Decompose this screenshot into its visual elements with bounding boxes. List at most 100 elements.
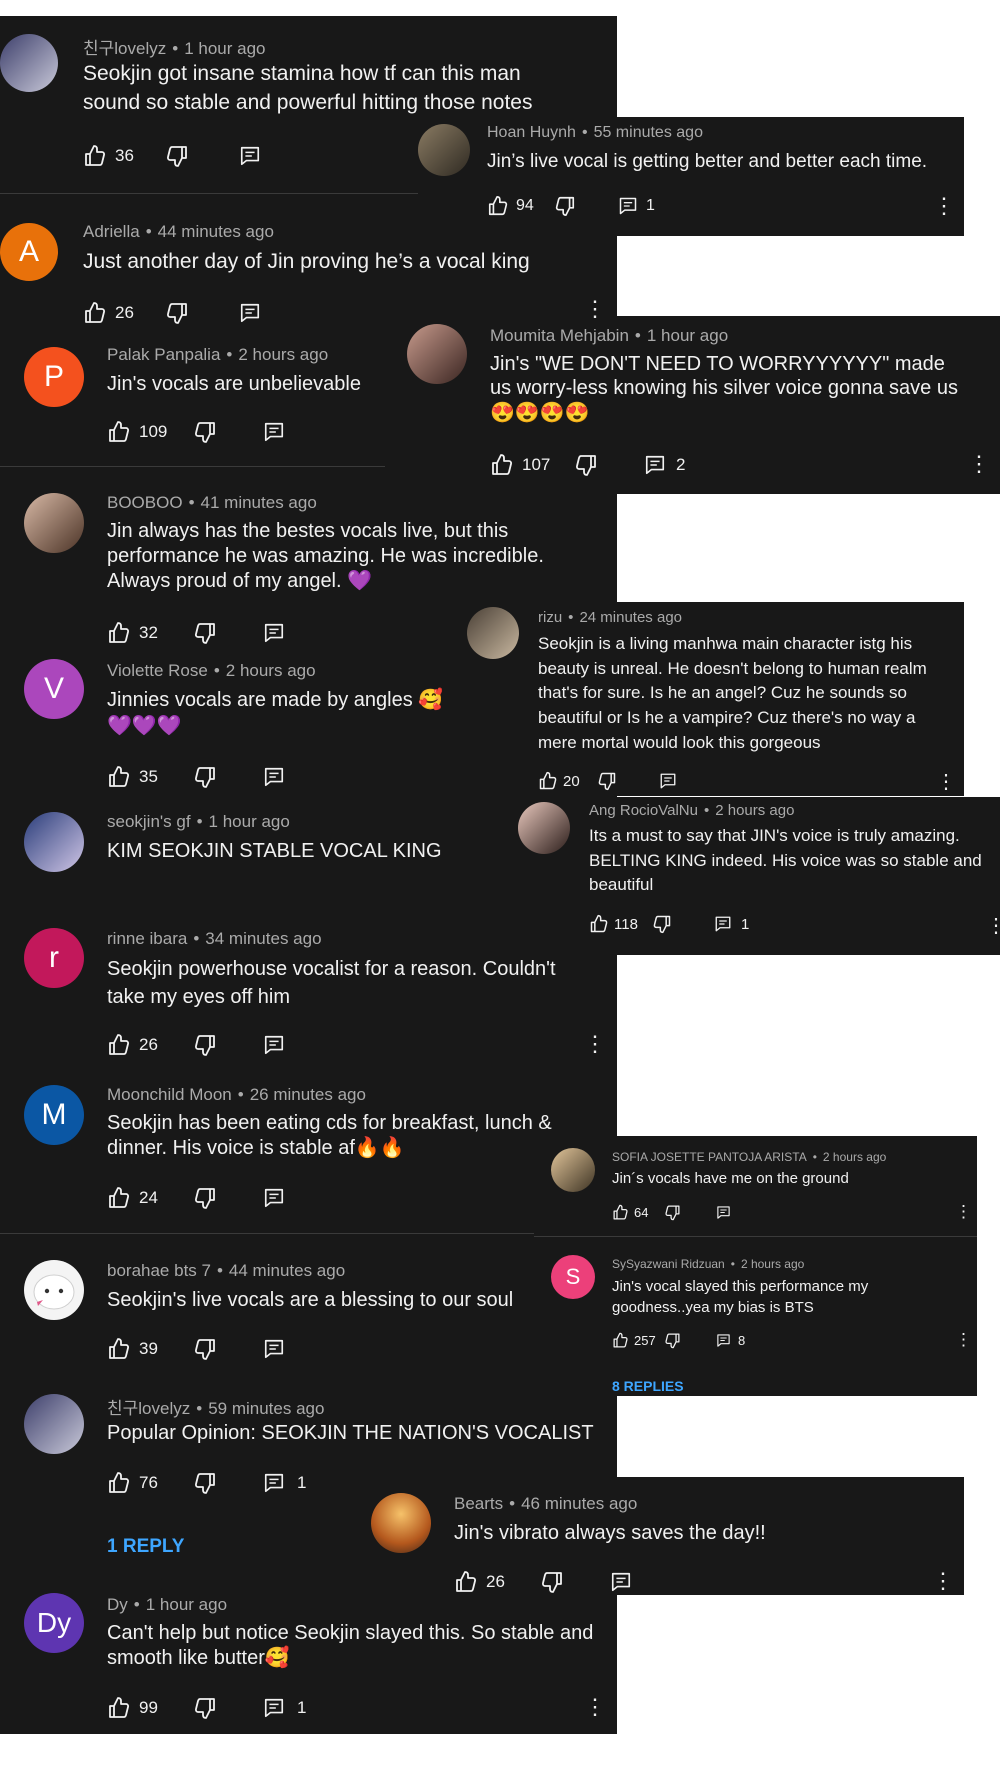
reply-button[interactable] [263, 1187, 285, 1209]
comment-author[interactable]: Moonchild Moon [107, 1085, 232, 1104]
reply-button[interactable] [716, 1205, 731, 1220]
dislike-button[interactable] [540, 1570, 564, 1594]
more-vert-icon[interactable]: ⋮ [968, 451, 990, 477]
like-button[interactable] [454, 1570, 478, 1594]
like-button[interactable] [589, 914, 609, 934]
like-button[interactable] [490, 453, 514, 477]
like-button[interactable] [487, 195, 509, 217]
comment-author[interactable]: rinne ibara [107, 929, 187, 948]
avatar[interactable] [371, 1493, 431, 1553]
dislike-button[interactable] [165, 144, 189, 168]
comment-author[interactable]: Moumita Mehjabin [490, 326, 629, 345]
dislike-button[interactable] [597, 771, 617, 791]
more-vert-icon[interactable]: ⋮ [584, 296, 606, 322]
dislike-button[interactable] [193, 420, 217, 444]
reply-button[interactable] [263, 1034, 285, 1056]
avatar[interactable]: P [24, 347, 84, 407]
reply-button[interactable] [618, 196, 638, 216]
reply-button[interactable] [263, 421, 285, 443]
comment-author[interactable]: BOOBOO [107, 493, 183, 512]
avatar[interactable]: r [24, 928, 84, 988]
comment-author[interactable]: borahae bts 7 [107, 1261, 211, 1280]
more-vert-icon[interactable]: ⋮ [584, 1694, 606, 1720]
more-vert-icon[interactable]: ⋮ [986, 913, 1000, 938]
comment-author[interactable]: Palak Panpalia [107, 345, 220, 364]
reply-button[interactable] [263, 766, 285, 788]
like-button[interactable] [107, 420, 131, 444]
like-button[interactable] [83, 301, 107, 325]
comment-author[interactable]: Hoan Huynh [487, 124, 576, 141]
comment-author[interactable]: Adriella [83, 222, 140, 241]
more-vert-icon[interactable]: ⋮ [933, 193, 955, 219]
dislike-button[interactable] [193, 1696, 217, 1720]
dislike-button[interactable] [193, 621, 217, 645]
like-button[interactable] [107, 765, 131, 789]
reply-button[interactable] [716, 1333, 731, 1348]
like-button[interactable] [538, 771, 558, 791]
reply-button[interactable] [263, 1472, 285, 1494]
comment-author[interactable]: Bearts [454, 1494, 503, 1513]
dislike-button[interactable] [652, 914, 672, 934]
avatar[interactable] [518, 802, 570, 854]
comment-author[interactable]: Ang RocioValNu [589, 802, 698, 819]
like-button[interactable] [107, 621, 131, 645]
reply-button[interactable] [263, 1338, 285, 1360]
more-vert-icon[interactable]: ⋮ [955, 1202, 972, 1222]
more-vert-icon[interactable]: ⋮ [932, 1568, 954, 1594]
dislike-button[interactable] [193, 1337, 217, 1361]
avatar[interactable] [24, 493, 84, 553]
dislike-button[interactable] [554, 195, 576, 217]
like-button[interactable] [107, 1337, 131, 1361]
comment-author[interactable]: SySyazwani Ridzuan [612, 1257, 725, 1271]
comment-author[interactable]: seokjin's gf [107, 812, 191, 831]
divider [0, 1233, 534, 1234]
avatar[interactable] [418, 124, 470, 176]
like-button[interactable] [107, 1186, 131, 1210]
avatar[interactable] [467, 607, 519, 659]
like-button[interactable] [83, 144, 107, 168]
more-vert-icon[interactable]: ⋮ [936, 769, 956, 794]
comment-author[interactable]: 친구lovelyz [83, 39, 166, 58]
dislike-button[interactable] [193, 1471, 217, 1495]
view-replies-link[interactable]: 1 REPLY [107, 1536, 184, 1558]
comment-author[interactable]: 친구lovelyz [107, 1399, 190, 1418]
avatar[interactable]: Dy [24, 1593, 84, 1653]
avatar[interactable]: V [24, 659, 84, 719]
reply-button[interactable] [659, 772, 677, 790]
avatar[interactable] [0, 34, 58, 92]
avatar[interactable] [551, 1148, 595, 1192]
avatar[interactable] [24, 812, 84, 872]
comment-author[interactable]: Dy [107, 1595, 128, 1614]
like-button[interactable] [612, 1332, 629, 1349]
view-replies-link[interactable]: 8 REPLIES [612, 1378, 684, 1394]
reply-button[interactable] [239, 145, 261, 167]
dislike-button[interactable] [664, 1332, 681, 1349]
reply-button[interactable] [610, 1571, 632, 1593]
comment-author[interactable]: SOFIA JOSETTE PANTOJA ARISTA [612, 1150, 807, 1164]
dislike-button[interactable] [165, 301, 189, 325]
reply-button[interactable] [644, 454, 666, 476]
reply-button[interactable] [239, 302, 261, 324]
more-vert-icon[interactable]: ⋮ [955, 1330, 972, 1350]
like-button[interactable] [107, 1471, 131, 1495]
avatar[interactable] [407, 324, 467, 384]
reply-button[interactable] [263, 622, 285, 644]
avatar[interactable]: A [0, 223, 58, 281]
dislike-button[interactable] [664, 1204, 681, 1221]
reply-button[interactable] [263, 1697, 285, 1719]
avatar[interactable]: S [551, 1255, 595, 1299]
comment-author[interactable]: rizu [538, 609, 562, 626]
avatar[interactable] [24, 1394, 84, 1454]
reply-button[interactable] [714, 915, 732, 933]
like-button[interactable] [612, 1204, 629, 1221]
avatar[interactable] [24, 1260, 84, 1320]
dislike-button[interactable] [193, 1186, 217, 1210]
like-button[interactable] [107, 1696, 131, 1720]
avatar[interactable]: M [24, 1085, 84, 1145]
comment-author[interactable]: Violette Rose [107, 661, 208, 680]
dislike-button[interactable] [574, 453, 598, 477]
more-vert-icon[interactable]: ⋮ [584, 1031, 606, 1057]
like-button[interactable] [107, 1033, 131, 1057]
dislike-button[interactable] [193, 1033, 217, 1057]
dislike-button[interactable] [193, 765, 217, 789]
